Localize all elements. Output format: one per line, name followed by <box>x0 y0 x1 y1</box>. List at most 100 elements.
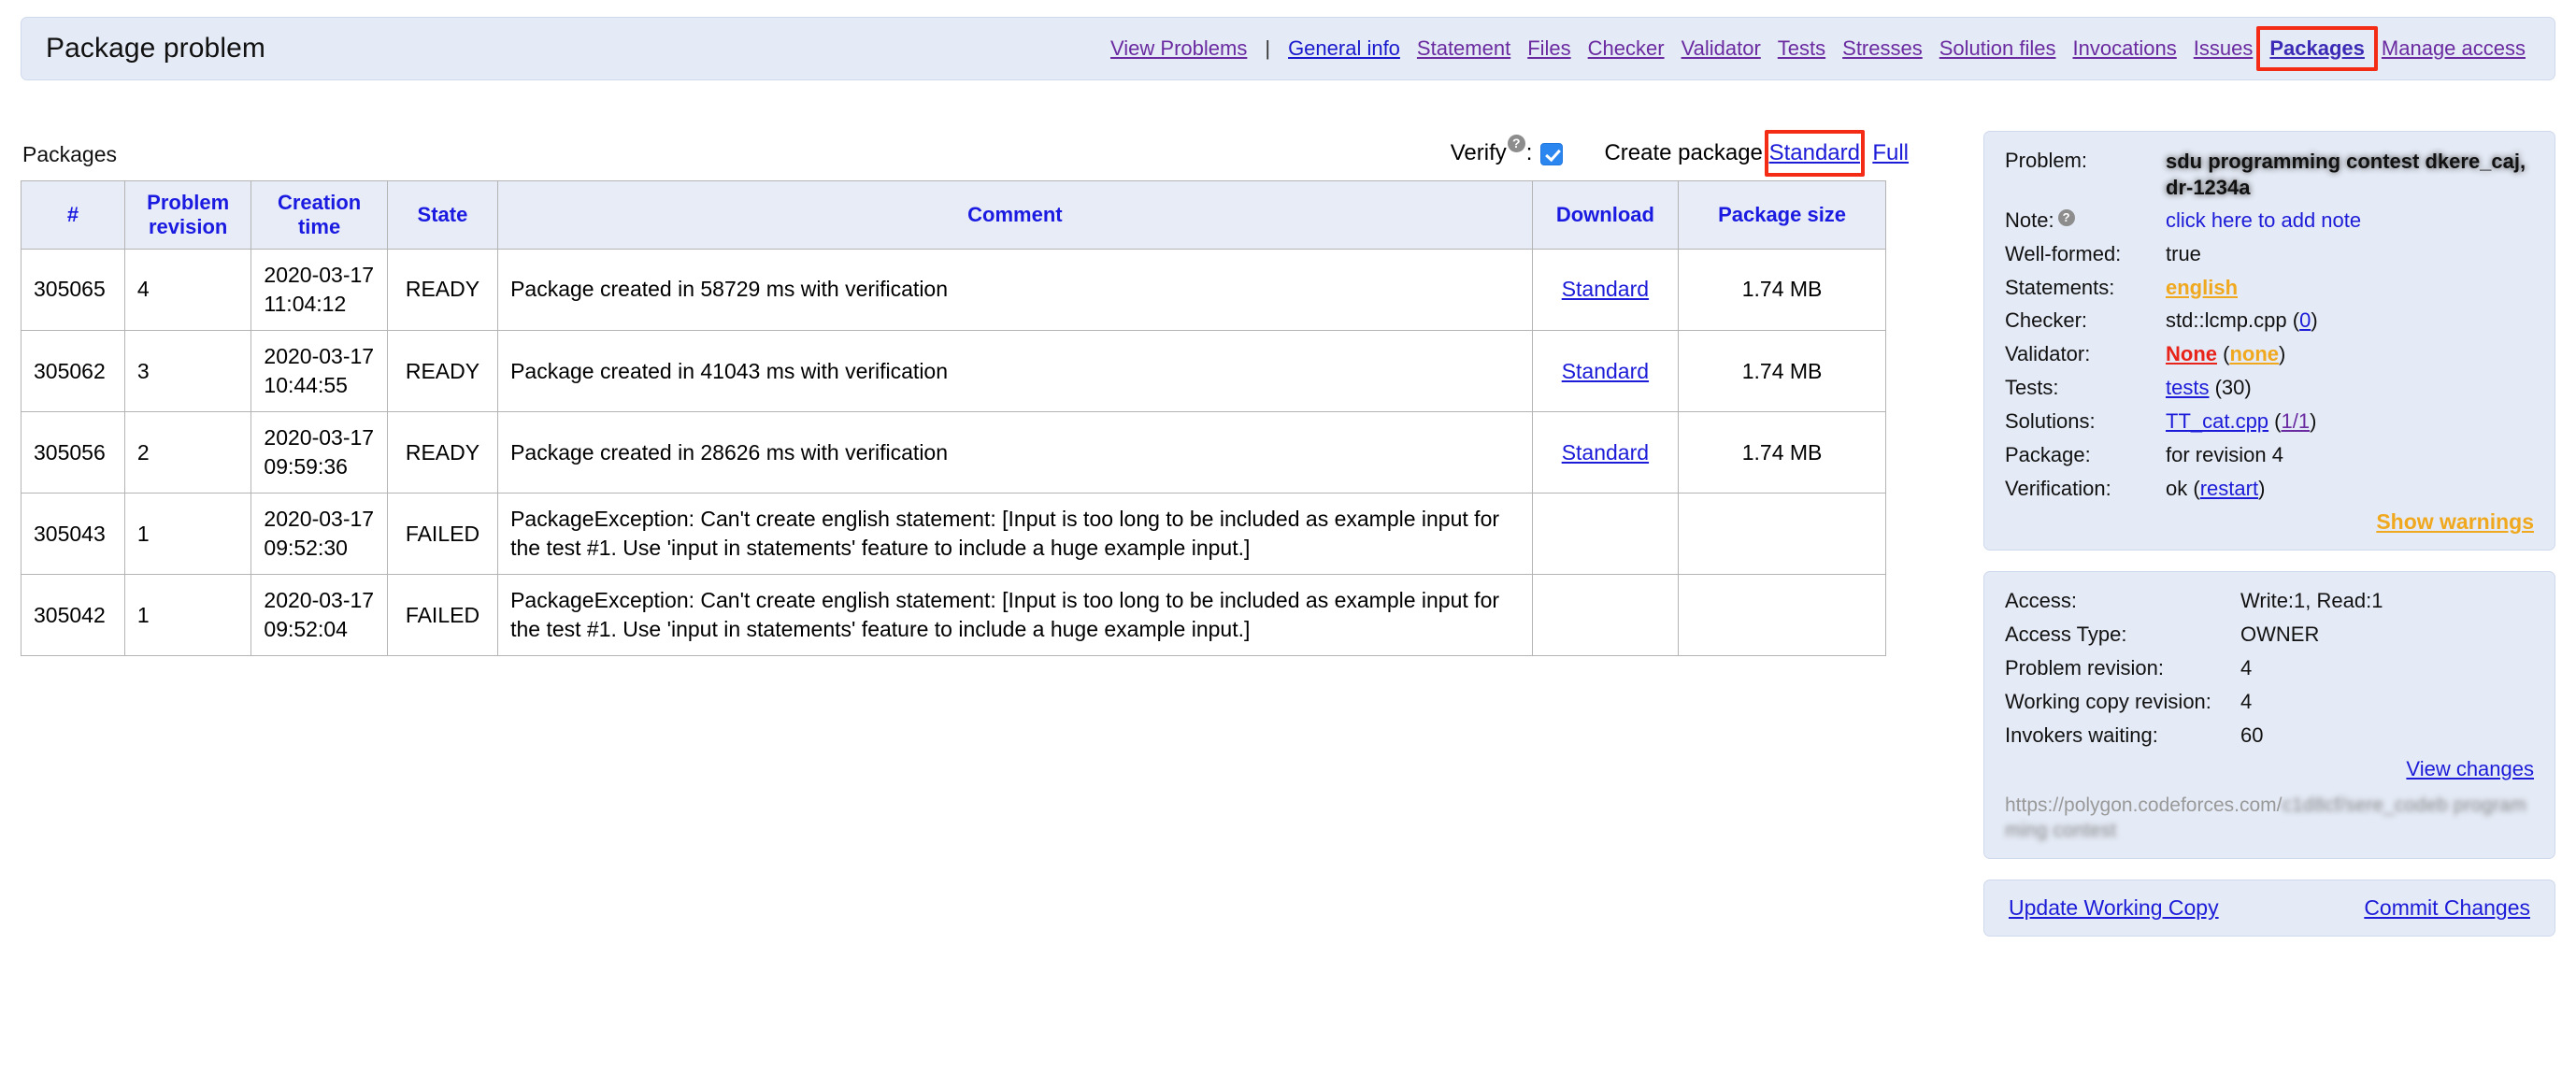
nav-solution-files[interactable]: Solution files <box>1931 36 2065 61</box>
nav-packages[interactable]: Packages <box>2261 36 2373 60</box>
cell-state: FAILED <box>386 574 499 657</box>
col-header-state[interactable]: State <box>386 180 499 250</box>
cell-id: 305042 <box>21 574 125 657</box>
download-standard-link[interactable]: Standard <box>1562 440 1649 465</box>
validator-none[interactable]: None <box>2166 342 2217 365</box>
cell-state: FAILED <box>386 493 499 576</box>
checker-name: std::lcmp.cpp <box>2166 308 2287 333</box>
view-changes-link[interactable]: View changes <box>2406 757 2534 780</box>
tests-label: Tests: <box>2005 376 2059 400</box>
problem-revision-label: Problem revision: <box>2005 656 2164 680</box>
show-warnings-link[interactable]: Show warnings <box>2376 509 2534 534</box>
tests-link[interactable]: tests <box>2166 376 2209 399</box>
download-standard-link[interactable]: Standard <box>1562 277 1649 301</box>
validator-none-link[interactable]: none <box>2229 342 2279 365</box>
col-header-package-size[interactable]: Package size <box>1678 180 1886 250</box>
cell-comment: Package created in 41043 ms with verific… <box>497 329 1533 413</box>
nav-issues[interactable]: Issues <box>2185 36 2262 61</box>
problem-label: Problem: <box>2005 149 2088 172</box>
access-info-panel: Access: Write:1, Read:1 Access Type: OWN… <box>1983 571 2555 860</box>
nav-checker[interactable]: Checker <box>1580 36 1673 61</box>
action-buttons-panel: Update Working Copy Commit Changes <box>1983 880 2555 937</box>
solutions-count-link[interactable]: 1/1 <box>2282 409 2311 433</box>
cell-download: Standard <box>1531 248 1680 332</box>
create-package-full-link[interactable]: Full <box>1872 140 1909 165</box>
help-icon[interactable]: ? <box>2057 209 2075 226</box>
nav-general-info[interactable]: General info <box>1280 36 1409 61</box>
cell-package-size: 1.74 MB <box>1678 411 1886 494</box>
col-header-comment[interactable]: Comment <box>497 180 1533 250</box>
url-visible-part: https://polygon.codeforces.com/ <box>2005 794 2283 816</box>
checker-count-link[interactable]: 0 <box>2299 308 2311 332</box>
nav-manage-access[interactable]: Manage access <box>2373 36 2534 61</box>
wellformed-label: Well-formed: <box>2005 241 2122 265</box>
nav-invocations[interactable]: Invocations <box>2064 36 2184 61</box>
cell-state: READY <box>386 329 499 413</box>
verify-checkbox[interactable] <box>1540 143 1564 165</box>
wellformed-value: true <box>2166 241 2201 265</box>
nav-tests[interactable]: Tests <box>1769 36 1834 61</box>
download-standard-link[interactable]: Standard <box>1562 359 1649 383</box>
cell-date: 2020-03-17 <box>264 344 375 368</box>
cell-package-size: 1.74 MB <box>1678 329 1886 413</box>
add-note-link[interactable]: click here to add note <box>2166 208 2361 232</box>
verification-restart-link[interactable]: restart <box>2200 477 2258 500</box>
sidebar: Problem: sdu programming contest dkere_c… <box>1983 131 2555 957</box>
cell-package-size <box>1678 493 1886 576</box>
table-row: 305042 1 2020-03-17 09:52:04 FAILED Packa… <box>21 574 1886 657</box>
cell-download <box>1531 493 1680 576</box>
nav-statement[interactable]: Statement <box>1409 36 1519 61</box>
tests-value: tests (30) <box>2166 376 2252 400</box>
view-changes-row: View changes <box>2005 757 2534 781</box>
statement-english-link[interactable]: english <box>2166 276 2238 299</box>
packages-section: Packages Verify?: Create package Standar… <box>21 130 1909 657</box>
cell-comment: PackageException: Can't create english s… <box>497 574 1533 657</box>
verification-status: ok <box>2166 476 2188 500</box>
nav-stresses[interactable]: Stresses <box>1834 36 1931 61</box>
col-header-download[interactable]: Download <box>1531 180 1680 250</box>
access-label: Access: <box>2005 589 2078 613</box>
solutions-label: Solutions: <box>2005 408 2096 433</box>
page-header: Package problem View Problems | General … <box>21 17 2555 80</box>
tests-count: 30 <box>2221 376 2245 400</box>
cell-package-size: 1.74 MB <box>1678 248 1886 332</box>
cell-revision: 1 <box>123 493 252 576</box>
cell-time: 09:52:04 <box>264 617 348 642</box>
update-working-copy-button[interactable]: Update Working Copy <box>2009 895 2219 921</box>
solution-file-link[interactable]: TT_cat.cpp <box>2166 409 2268 433</box>
checker-label: Checker: <box>2005 308 2088 333</box>
cell-comment: Package created in 28626 ms with verific… <box>497 411 1533 494</box>
package-label: Package: <box>2005 442 2091 466</box>
access-row: Access: Write:1, Read:1 <box>2005 589 2534 614</box>
cell-time: 11:04:12 <box>264 291 347 316</box>
packages-controls: Verify?: Create package Standard, Full <box>1451 130 1909 177</box>
cell-id: 305056 <box>21 411 125 494</box>
solutions-value: TT_cat.cpp (1/1) <box>2166 408 2317 433</box>
nav-files[interactable]: Files <box>1519 36 1579 61</box>
access-value: Write:1, Read:1 <box>2240 589 2383 613</box>
cell-creation-time: 2020-03-17 09:52:04 <box>250 574 388 657</box>
cell-creation-time: 2020-03-17 09:59:36 <box>250 411 388 494</box>
show-warnings-row: Show warnings <box>2005 509 2534 535</box>
working-copy-revision-row: Working copy revision: 4 <box>2005 690 2534 715</box>
problem-info-panel: Problem: sdu programming contest dkere_c… <box>1983 131 2555 551</box>
nav-validator[interactable]: Validator <box>1673 36 1769 61</box>
cell-creation-time: 2020-03-17 11:04:12 <box>250 248 388 332</box>
info-row-package: Package: for revision 4 <box>2005 443 2534 468</box>
cell-download: Standard <box>1531 411 1680 494</box>
col-header-problem-revision[interactable]: Problem revision <box>123 180 252 250</box>
invokers-waiting-row: Invokers waiting: 60 <box>2005 723 2534 749</box>
nav-view-problems[interactable]: View Problems <box>1102 36 1255 61</box>
cell-comment: Package created in 58729 ms with verific… <box>497 248 1533 332</box>
cell-download <box>1531 574 1680 657</box>
cell-id: 305065 <box>21 248 125 332</box>
info-row-validator: Validator: None (none) <box>2005 342 2534 367</box>
commit-changes-button[interactable]: Commit Changes <box>2364 895 2530 921</box>
col-header-id[interactable]: # <box>21 180 125 250</box>
help-icon[interactable]: ? <box>1507 135 1525 152</box>
col-header-creation-time[interactable]: Creation time <box>250 180 388 250</box>
info-row-solutions: Solutions: TT_cat.cpp (1/1) <box>2005 409 2534 435</box>
verify-control: Verify?: <box>1451 135 1564 166</box>
cell-date: 2020-03-17 <box>264 425 375 451</box>
create-package-standard-link[interactable]: Standard <box>1769 140 1860 165</box>
